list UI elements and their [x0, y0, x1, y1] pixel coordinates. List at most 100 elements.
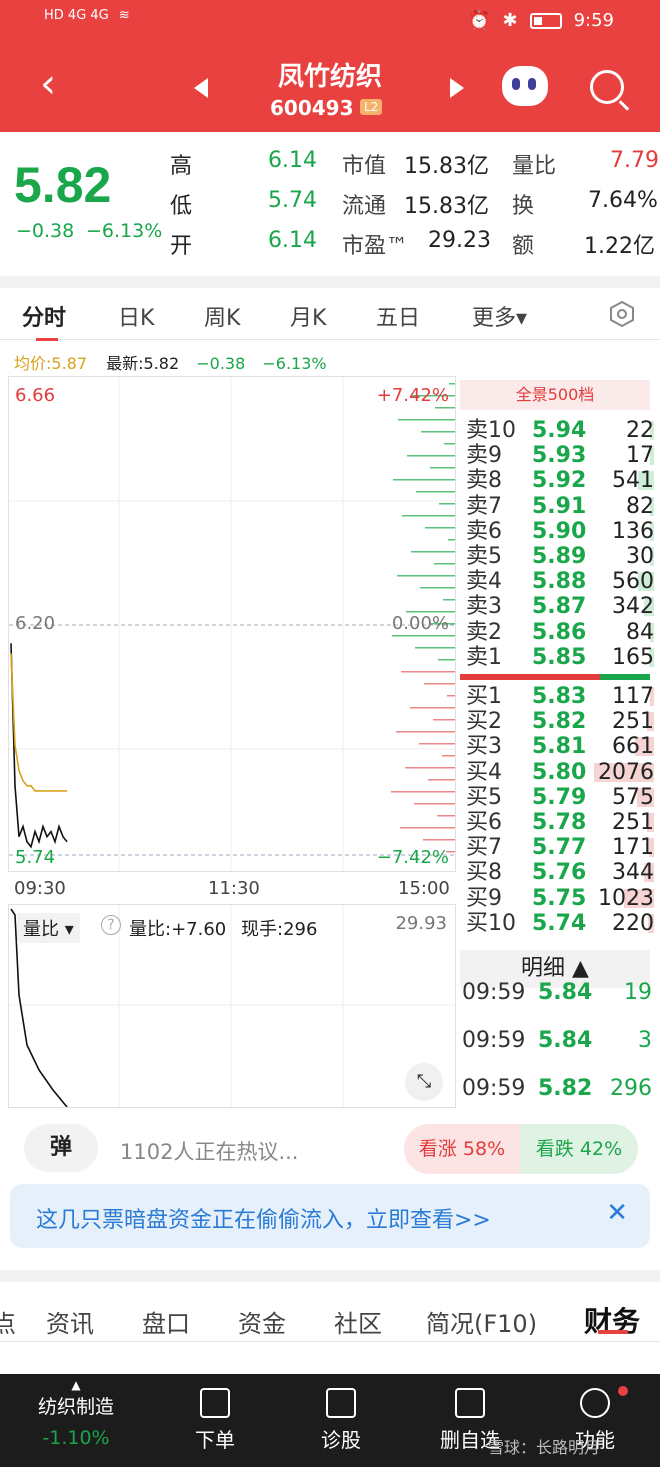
depth-bar — [424, 683, 455, 685]
order-button[interactable]: 下单 — [180, 1374, 250, 1467]
quote-value-volratio: 7.79 — [610, 148, 659, 173]
bid-row[interactable]: 买6 5.78 251 — [466, 810, 654, 835]
bid-label: 买8 — [466, 860, 502, 886]
ask-label: 卖2 — [466, 619, 502, 645]
vote-bearish-button[interactable]: 看跌 42% — [520, 1124, 638, 1174]
vote-bullish-button[interactable]: 看涨 58% — [404, 1124, 520, 1174]
bid-price: 5.81 — [532, 734, 587, 760]
bid-volume: 117 — [612, 684, 654, 709]
bid-row[interactable]: 买5 5.79 575 — [466, 785, 654, 810]
ask-price: 5.94 — [532, 418, 587, 443]
ask-label: 卖1 — [466, 644, 502, 670]
price-change: −0.38 — [16, 220, 75, 242]
fullscreen-icon[interactable]: ⤡ — [405, 1063, 443, 1101]
ask-row[interactable]: 卖8 5.92 541 — [466, 468, 654, 493]
clock: 9:59 — [573, 10, 614, 31]
tab-funds[interactable]: 资金 — [238, 1304, 286, 1339]
tab-profile[interactable]: 简况(F10) — [426, 1304, 537, 1339]
tab-community[interactable]: 社区 — [334, 1304, 382, 1339]
ask-row[interactable]: 卖4 5.88 560 — [466, 569, 654, 594]
depth-bar — [421, 431, 455, 433]
ask-volume: 136 — [612, 518, 654, 544]
tab-orderbook[interactable]: 盘口 — [142, 1304, 190, 1339]
tab-five-day[interactable]: 五日 — [376, 300, 420, 332]
next-stock-icon[interactable] — [450, 78, 464, 98]
bid-price: 5.80 — [532, 759, 587, 785]
ask-price: 5.85 — [532, 644, 587, 670]
caret-up-icon: ▲ — [71, 1378, 81, 1392]
quote-label-low: 低 — [170, 194, 193, 219]
depth-bar — [398, 419, 455, 421]
promo-banner[interactable]: 这几只票暗盘资金正在偷偷流入，立即查看>> ✕ — [10, 1184, 650, 1248]
robot-icon[interactable] — [502, 66, 548, 106]
diagnose-label: 诊股 — [321, 1428, 361, 1452]
status-right: ⏰ ✱ 9:59 — [468, 10, 614, 31]
bid-row[interactable]: 买9 5.75 1023 — [466, 886, 654, 911]
notification-dot — [618, 1386, 628, 1396]
tab-daily-k[interactable]: 日K — [118, 300, 154, 332]
ask-label: 卖6 — [466, 518, 502, 544]
volume-selector[interactable]: 量比 ▾ — [17, 913, 80, 943]
depth-bar — [437, 815, 455, 817]
tab-finance[interactable]: 财务 — [584, 1300, 640, 1340]
bid-price: 5.83 — [532, 684, 587, 709]
intraday-chart[interactable]: 6.66 6.20 5.74 +7.42% 0.00% −7.42% — [8, 376, 456, 872]
bid-row[interactable]: 买3 5.81 661 — [466, 734, 654, 759]
discussion-count[interactable]: 1102人正在热议... — [120, 1136, 298, 1166]
danmu-button[interactable]: 弹 — [24, 1124, 98, 1172]
ask-row[interactable]: 卖5 5.89 30 — [466, 544, 654, 569]
ask-row[interactable]: 卖3 5.87 342 — [466, 594, 654, 619]
bid-row[interactable]: 买7 5.77 171 — [466, 835, 654, 860]
depth-bar — [396, 731, 455, 733]
diagnose-button[interactable]: 诊股 — [306, 1374, 376, 1467]
ask-row[interactable]: 卖9 5.93 17 — [466, 443, 654, 468]
volume-chart[interactable]: 量比 ▾ ? 量比:+7.60 现手:296 29.93 ⤡ — [8, 904, 456, 1108]
sector-change: -1.10% — [42, 1427, 110, 1449]
quote-label-open: 开 — [170, 234, 193, 259]
bid-row[interactable]: 买2 5.82 251 — [466, 709, 654, 734]
bid-row[interactable]: 买8 5.76 344 — [466, 860, 654, 885]
tab-news[interactable]: 资讯 — [46, 1304, 94, 1339]
depth-bar — [411, 551, 455, 553]
sector-button[interactable]: ▲ 纺织制造 -1.10% — [18, 1374, 134, 1467]
ask-row[interactable]: 卖6 5.90 136 — [466, 519, 654, 544]
quote-value-turnover: 7.64% — [588, 188, 658, 213]
tab-partial[interactable]: 点 — [0, 1304, 16, 1339]
ask-row[interactable]: 卖2 5.86 84 — [466, 620, 654, 645]
ask-row[interactable]: 卖10 5.94 22 — [466, 418, 654, 443]
avg-price-bar: 均价:5.87 最新:5.82 −0.38 −6.13% — [14, 350, 327, 374]
tab-more[interactable]: 更多▾ — [472, 300, 527, 332]
section-divider — [0, 276, 660, 288]
alarm-icon: ⏰ — [468, 10, 491, 31]
time-label-noon: 11:30 — [208, 878, 260, 899]
tab-weekly-k[interactable]: 周K — [204, 300, 240, 332]
bid-volume: 2076 — [598, 759, 654, 785]
tab-monthly-k[interactable]: 月K — [290, 300, 326, 332]
bid-row[interactable]: 买10 5.74 220 — [466, 911, 654, 936]
depth-bar — [443, 599, 455, 601]
close-icon[interactable]: ✕ — [606, 1198, 628, 1228]
trade-time: 09:59 — [462, 1028, 526, 1053]
danmu-label: 弹 — [49, 1135, 72, 1160]
settings-hex-icon[interactable] — [608, 300, 636, 328]
depth-bar — [415, 647, 455, 649]
ask-label: 卖8 — [466, 468, 502, 494]
depth-bar — [393, 479, 455, 481]
help-icon[interactable]: ? — [101, 915, 121, 935]
ask-row[interactable]: 卖7 5.91 82 — [466, 494, 654, 519]
order-book-title[interactable]: 全景500档 — [460, 380, 650, 410]
quote-label-turnover: 换 — [512, 194, 535, 219]
bid-row[interactable]: 买1 5.83 117 — [466, 684, 654, 709]
chart-tabs: 分时 日K 周K 月K 五日 更多▾ — [0, 290, 660, 340]
ask-price: 5.90 — [532, 518, 587, 544]
ask-row[interactable]: 卖1 5.85 165 — [466, 645, 654, 670]
stock-code: 600493 — [270, 96, 354, 120]
chart-pct-low: −7.42% — [376, 847, 449, 868]
depth-bar — [428, 779, 455, 781]
bid-row[interactable]: 买4 5.80 2076 — [466, 760, 654, 785]
search-icon[interactable] — [590, 70, 624, 104]
promo-text[interactable]: 这几只票暗盘资金正在偷偷流入，立即查看>> — [36, 1202, 491, 1234]
ask-price: 5.89 — [532, 544, 587, 569]
tab-intraday[interactable]: 分时 — [22, 300, 66, 332]
bid-label: 买3 — [466, 734, 502, 760]
